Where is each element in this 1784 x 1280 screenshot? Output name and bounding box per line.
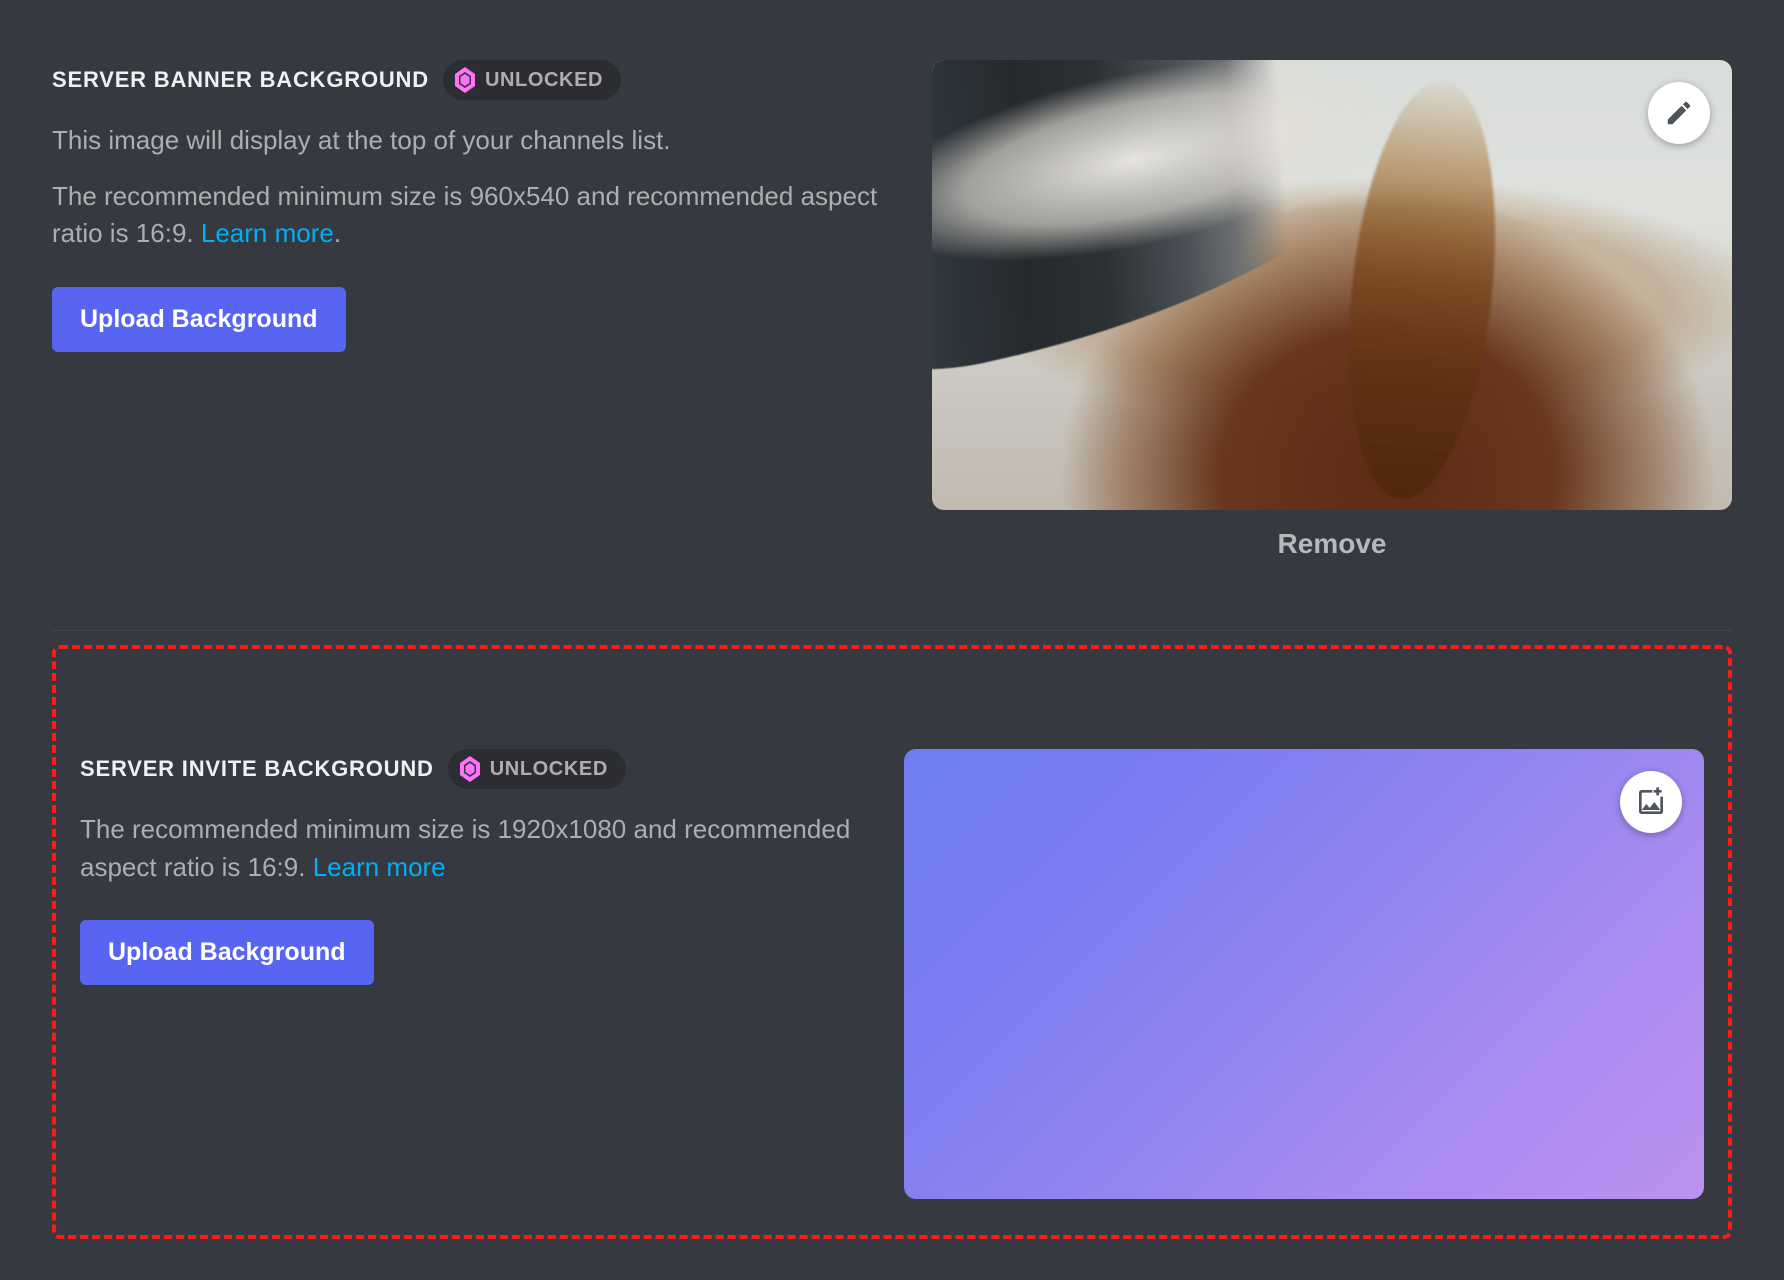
section-divider (52, 630, 1732, 631)
banner-desc-line1: This image will display at the top of yo… (52, 122, 892, 160)
banner-unlocked-text: UNLOCKED (485, 69, 603, 92)
server-banner-section: SERVER BANNER BACKGROUND UNLOCKED This i… (52, 60, 1732, 560)
boost-gem-icon (453, 66, 477, 94)
banner-learn-more-link[interactable]: Learn more (201, 218, 334, 248)
invite-right-column (904, 749, 1704, 1199)
banner-heading-row: SERVER BANNER BACKGROUND UNLOCKED (52, 60, 892, 100)
invite-left-column: SERVER INVITE BACKGROUND UNLOCKED (80, 749, 864, 985)
invite-desc-prefix: The recommended minimum size is 1920x108… (80, 814, 850, 882)
banner-edit-button[interactable] (1648, 82, 1710, 144)
banner-desc-line2: The recommended minimum size is 960x540 … (52, 178, 892, 253)
banner-left-column: SERVER BANNER BACKGROUND UNLOCKED This i… (52, 60, 892, 352)
banner-heading: SERVER BANNER BACKGROUND (52, 67, 429, 93)
invite-highlight-annotation: SERVER INVITE BACKGROUND UNLOCKED (52, 645, 1732, 1239)
banner-remove-link[interactable]: Remove (1278, 528, 1387, 560)
banner-right-column: Remove (932, 60, 1732, 560)
invite-learn-more-link[interactable]: Learn more (313, 852, 446, 882)
invite-unlocked-badge: UNLOCKED (448, 749, 626, 789)
banner-upload-button[interactable]: Upload Background (52, 287, 346, 352)
invite-heading-row: SERVER INVITE BACKGROUND UNLOCKED (80, 749, 864, 789)
server-invite-section: SERVER INVITE BACKGROUND UNLOCKED (80, 749, 1704, 1199)
invite-preview-image[interactable] (904, 749, 1704, 1199)
banner-desc2-suffix: . (334, 218, 341, 248)
invite-unlocked-text: UNLOCKED (490, 758, 608, 781)
invite-desc: The recommended minimum size is 1920x108… (80, 811, 864, 886)
invite-upload-button[interactable]: Upload Background (80, 920, 374, 985)
banner-desc2-prefix: The recommended minimum size is 960x540 … (52, 181, 877, 249)
boost-gem-icon (458, 755, 482, 783)
pencil-icon (1664, 98, 1694, 128)
invite-add-image-button[interactable] (1620, 771, 1682, 833)
invite-heading: SERVER INVITE BACKGROUND (80, 756, 434, 782)
image-add-icon (1635, 786, 1667, 818)
banner-unlocked-badge: UNLOCKED (443, 60, 621, 100)
banner-preview-image (932, 60, 1732, 510)
